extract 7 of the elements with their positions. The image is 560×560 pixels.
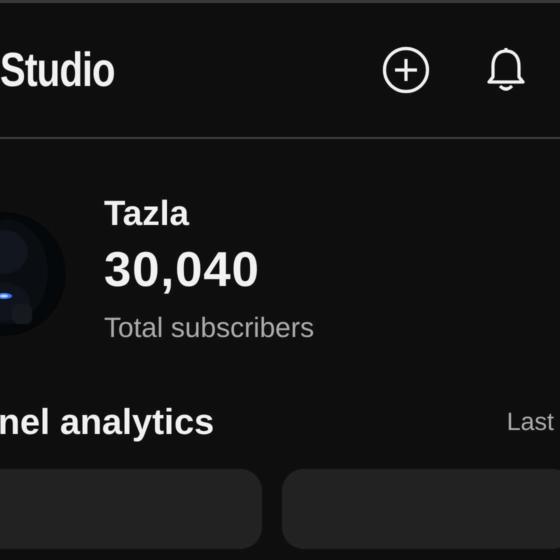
period-label: Last [506, 408, 554, 436]
channel-name: Tazla [104, 193, 190, 235]
section-title: nel analytics [0, 401, 214, 443]
subscribers-label: Total subscribers [104, 311, 314, 345]
create-button[interactable] [380, 44, 432, 96]
subscriber-count: 30,040 [104, 242, 261, 299]
app-title: Studio [0, 42, 115, 98]
